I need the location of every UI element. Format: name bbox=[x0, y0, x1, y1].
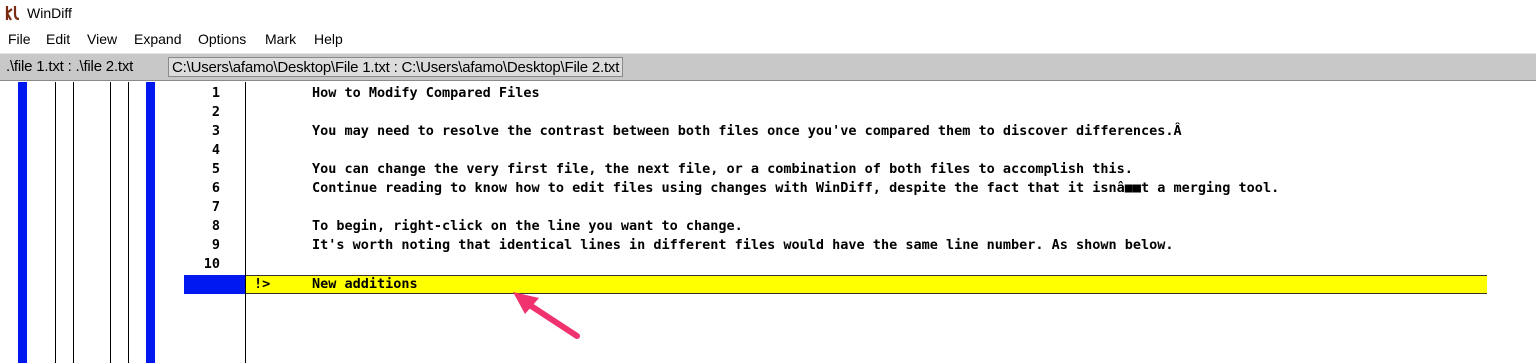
line-text: To begin, right-click on the line you wa… bbox=[312, 218, 743, 234]
diff-line[interactable]: 6 Continue reading to know how to edit f… bbox=[184, 179, 1536, 198]
line-number: 1 bbox=[211, 85, 220, 101]
change-marker: !> bbox=[254, 276, 271, 292]
changed-line-text: New additions bbox=[312, 276, 418, 292]
menu-expand[interactable]: Expand bbox=[134, 31, 181, 47]
diff-line[interactable]: 7 bbox=[184, 198, 1536, 217]
line-number: 2 bbox=[211, 104, 220, 120]
full-file-paths: C:\Users\afamo\Desktop\File 1.txt : C:\U… bbox=[168, 57, 624, 77]
relative-file-names: .\file 1.txt : .\file 2.txt bbox=[6, 58, 134, 75]
diff-line[interactable]: 10 bbox=[184, 255, 1536, 274]
diff-line[interactable]: 5 You can change the very first file, th… bbox=[184, 160, 1536, 179]
menu-mark[interactable]: Mark bbox=[265, 31, 296, 47]
outline-bar-pane[interactable] bbox=[0, 82, 184, 363]
line-number: 3 bbox=[211, 123, 220, 139]
path-bar: .\file 1.txt : .\file 2.txt C:\Users\afa… bbox=[0, 53, 1536, 81]
title-bar: WinDiff bbox=[0, 0, 1536, 27]
file1-outline-bar[interactable] bbox=[18, 82, 27, 363]
line-number: 7 bbox=[211, 199, 220, 215]
file2-position-bar[interactable] bbox=[110, 82, 129, 363]
diff-line[interactable]: 8 To begin, right-click on the line you … bbox=[184, 217, 1536, 236]
diff-view[interactable]: 1 How to Modify Compared Files 2 3 You m… bbox=[184, 82, 1536, 363]
diff-line[interactable]: 1 How to Modify Compared Files bbox=[184, 84, 1536, 103]
line-text: You can change the very first file, the … bbox=[312, 161, 1133, 177]
windiff-app-icon bbox=[5, 6, 20, 21]
changed-line-marker-box bbox=[184, 275, 245, 294]
diff-line[interactable]: 3 You may need to resolve the contrast b… bbox=[184, 122, 1536, 141]
line-number: 8 bbox=[211, 218, 220, 234]
menu-bar: File Edit View Expand Options Mark Help bbox=[0, 28, 1536, 52]
diff-line[interactable]: 2 bbox=[184, 103, 1536, 122]
file1-position-bar[interactable] bbox=[55, 82, 74, 363]
changed-line[interactable]: !> New additions bbox=[184, 275, 1536, 294]
line-number: 4 bbox=[211, 142, 220, 158]
menu-file[interactable]: File bbox=[8, 31, 31, 47]
line-number: 5 bbox=[211, 161, 220, 177]
diff-line[interactable]: 4 bbox=[184, 141, 1536, 160]
menu-view[interactable]: View bbox=[87, 31, 117, 47]
diff-line[interactable]: 9 It's worth noting that identical lines… bbox=[184, 236, 1536, 255]
menu-options[interactable]: Options bbox=[198, 31, 246, 47]
line-number: 9 bbox=[211, 237, 220, 253]
menu-edit[interactable]: Edit bbox=[46, 31, 70, 47]
arrow-annotation-icon bbox=[513, 292, 580, 339]
window-title: WinDiff bbox=[27, 5, 72, 21]
file2-outline-bar[interactable] bbox=[146, 82, 155, 363]
line-text: It's worth noting that identical lines i… bbox=[312, 237, 1174, 253]
line-text: How to Modify Compared Files bbox=[312, 85, 540, 101]
line-text: You may need to resolve the contrast bet… bbox=[312, 123, 1182, 139]
changed-line-highlight bbox=[246, 275, 1487, 294]
menu-help[interactable]: Help bbox=[314, 31, 343, 47]
line-number: 6 bbox=[211, 180, 220, 196]
line-number: 10 bbox=[203, 256, 220, 272]
line-text: Continue reading to know how to edit fil… bbox=[312, 180, 1280, 196]
